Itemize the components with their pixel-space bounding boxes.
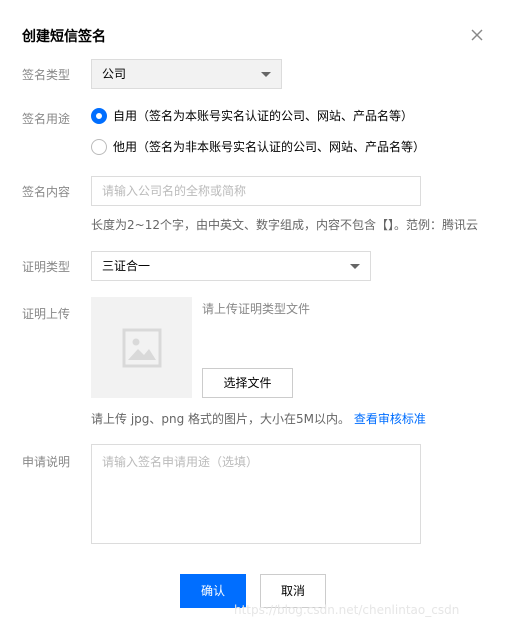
upload-preview: [91, 297, 192, 398]
sign-type-value: 公司: [102, 67, 127, 81]
chevron-down-icon: [261, 72, 271, 77]
sign-content-label: 签名内容: [22, 185, 71, 199]
close-icon[interactable]: [470, 28, 484, 42]
dialog-title: 创建短信签名: [22, 29, 106, 45]
usage-option-self-label: 自用（签名为本账号实名认证的公司、网站、产品名等）: [113, 109, 414, 123]
sign-type-select[interactable]: 公司: [91, 59, 282, 89]
cert-type-label: 证明类型: [22, 260, 71, 274]
watermark: https://blog.csdn.net/chenlintao_csdn: [234, 603, 460, 617]
choose-file-button[interactable]: 选择文件: [202, 368, 293, 398]
sign-content-hint: 长度为2~12个字，由中英文、数字组成，内容不包含【】。范例：腾讯云: [91, 218, 478, 232]
usage-option-self[interactable]: 自用（签名为本账号实名认证的公司、网站、产品名等）: [91, 107, 413, 124]
chevron-down-icon: [350, 264, 360, 269]
cert-type-value: 三证合一: [102, 259, 151, 273]
sign-type-label: 签名类型: [22, 68, 71, 82]
cert-type-select[interactable]: 三证合一: [91, 251, 371, 281]
sign-content-input[interactable]: [91, 176, 421, 206]
upload-hint-text: 请上传 jpg、png 格式的图片，大小在5M以内。: [91, 412, 351, 426]
cert-upload-label: 证明上传: [22, 307, 71, 321]
sign-usage-label: 签名用途: [22, 112, 71, 126]
review-standard-link[interactable]: 查看审核标准: [354, 412, 426, 426]
upload-hint: 请上传 jpg、png 格式的图片，大小在5M以内。 查看审核标准: [91, 410, 426, 427]
description-textarea[interactable]: [91, 444, 421, 544]
usage-option-other[interactable]: 他用（签名为非本账号实名认证的公司、网站、产品名等）: [91, 138, 425, 155]
radio-other[interactable]: [91, 138, 107, 155]
radio-self[interactable]: [91, 107, 107, 124]
upload-tip: 请上传证明类型文件: [202, 302, 311, 316]
image-placeholder-icon: [122, 328, 162, 368]
usage-option-other-label: 他用（签名为非本账号实名认证的公司、网站、产品名等）: [113, 140, 426, 154]
description-label: 申请说明: [22, 455, 71, 469]
create-sms-signature-dialog: 创建短信签名 签名类型 公司 签名用途 自用（签名为本账号实名认证的公司、网站、…: [0, 0, 506, 630]
